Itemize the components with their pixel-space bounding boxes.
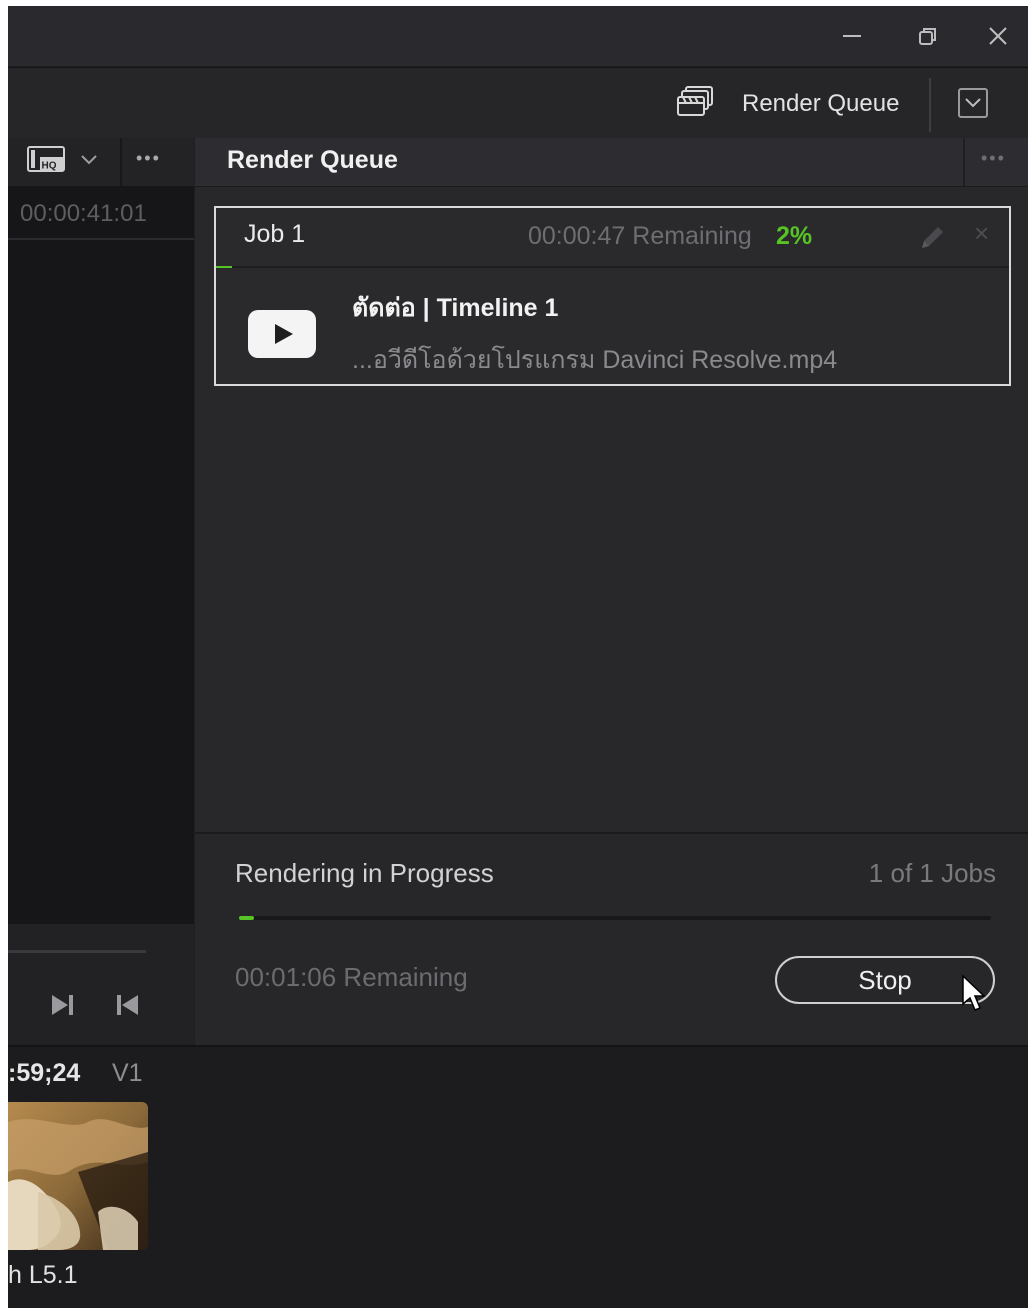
audio-format: h L5.1 [8,1261,78,1289]
more-options-icon[interactable]: ••• [981,148,1006,169]
render-status-text: Rendering in Progress [235,858,494,888]
divider [8,238,194,240]
clip-thumbnail[interactable] [8,1102,148,1250]
viewer-header: HQ ••• [8,138,194,186]
close-icon[interactable] [980,20,1016,52]
youtube-icon [248,310,316,358]
toolbar: Render Queue [8,67,1028,138]
header-divider [120,138,122,186]
edit-pencil-icon[interactable] [916,222,948,254]
clip-track: V1 [112,1059,143,1087]
render-queue-label: Render Queue [742,90,900,117]
resolve-window: Render Queue HQ ••• 00:00:41:01 Render Q… [8,6,1028,1308]
chevron-down-box-icon[interactable] [958,88,988,118]
clip-timecode: :59;24 [8,1059,81,1087]
restore-icon[interactable] [910,20,946,52]
job-remaining: 00:00:47 Remaining [528,222,752,250]
render-queue-header: Render Queue ••• [195,138,1028,187]
overall-progress-track [239,916,991,920]
mouse-cursor-icon [961,974,987,1014]
quality-dropdown[interactable]: HQ [26,145,98,180]
render-job-card[interactable]: Job 1 00:00:47 Remaining 2% × ตัดต่อ | T… [214,206,1011,386]
prev-frame-icon[interactable] [112,990,142,1020]
remove-job-icon[interactable]: × [974,218,989,249]
render-queue-toggle[interactable]: Render Queue [674,84,899,124]
svg-text:HQ: HQ [42,160,57,171]
clapperboard-stack-icon [674,85,716,124]
job-output-file: ...อวีดีโอด้วยโปรแกรม Davinci Resolve.mp… [352,346,838,374]
more-options-icon[interactable]: ••• [136,148,161,169]
scrubber[interactable] [8,950,146,953]
chevron-down-icon [80,153,98,171]
hq-monitor-icon: HQ [26,145,68,180]
media-strip: :59;24 V1 h L5.1 [8,1045,1028,1308]
title-bar [8,6,1028,66]
total-remaining: 00:01:06 Remaining [235,962,468,992]
job-progress-bar [216,266,232,268]
minimize-icon[interactable] [834,20,870,52]
viewer-timecode: 00:00:41:01 [20,200,147,227]
job-percent: 2% [776,222,813,250]
toolbar-divider [929,78,931,132]
job-name: Job 1 [244,220,306,248]
overall-progress-fill [239,916,254,920]
job-header: Job 1 00:00:47 Remaining 2% × [216,208,1009,268]
panel-title: Render Queue [227,146,398,174]
jobs-count: 1 of 1 Jobs [868,858,996,888]
render-queue-panel: Render Queue ••• Job 1 00:00:47 Remainin… [195,138,1028,1046]
job-timeline-name: ตัดต่อ | Timeline 1 [352,294,559,322]
next-frame-icon[interactable] [48,990,78,1020]
viewer-panel: HQ ••• 00:00:41:01 [8,138,194,1044]
render-status-footer: Rendering in Progress 1 of 1 Jobs 00:01:… [195,832,1028,1046]
transport-controls [8,924,194,1044]
header-divider [963,138,965,186]
